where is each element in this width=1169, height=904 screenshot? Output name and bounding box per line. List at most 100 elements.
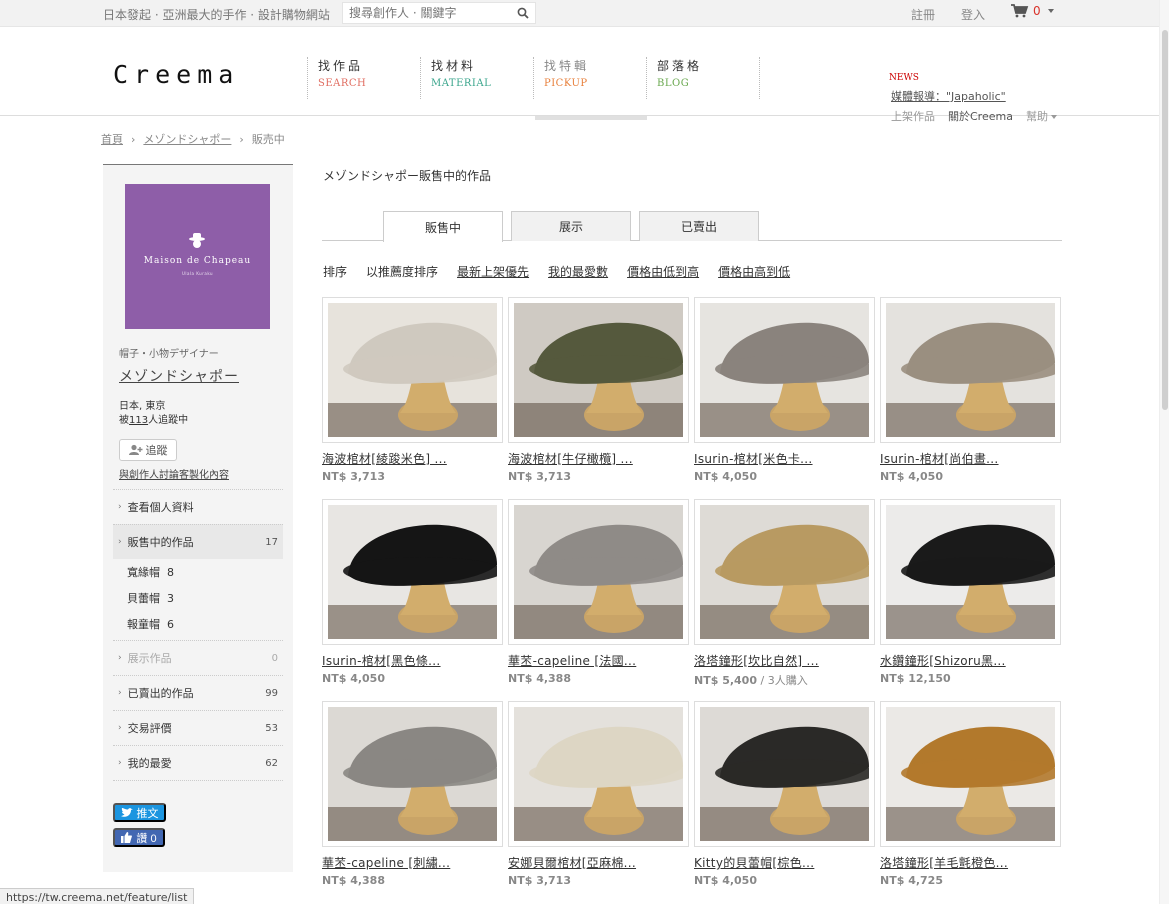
creema-logo[interactable]: Creema bbox=[113, 60, 239, 89]
nav-sublabel: BLOG bbox=[657, 78, 690, 89]
product-thumbnail[interactable] bbox=[880, 297, 1061, 443]
top-bar: 日本發起 · 亞洲最大的手作 · 設計購物網站 註冊 登入 0 bbox=[0, 0, 1169, 27]
news-link[interactable]: 媒體報導："Japaholic" bbox=[891, 88, 1006, 104]
like-button[interactable]: 讚 0 bbox=[113, 828, 165, 847]
followed-number[interactable]: 113 bbox=[129, 415, 148, 426]
product-thumbnail[interactable] bbox=[694, 701, 875, 847]
search-input[interactable] bbox=[343, 3, 508, 23]
product-card[interactable]: Isurin-棺材[黑色條... NT$ 4,050 bbox=[322, 499, 503, 685]
product-card[interactable]: 海波棺材[牛仔橄欖] ... NT$ 3,713 bbox=[508, 297, 689, 483]
product-title[interactable]: 安娜貝爾棺材[亞麻棉... bbox=[508, 854, 689, 871]
product-thumbnail[interactable] bbox=[322, 297, 503, 443]
product-card[interactable]: Isurin-棺材[米色卡... NT$ 4,050 bbox=[694, 297, 875, 483]
product-card[interactable]: Kitty的貝蕾帽[棕色... NT$ 4,050 bbox=[694, 701, 875, 887]
price-value: NT$ 3,713 bbox=[508, 470, 571, 483]
hat-photo bbox=[328, 322, 497, 437]
product-title[interactable]: Isurin-棺材[黑色條... bbox=[322, 652, 503, 669]
tab-exhibit[interactable]: 展示 bbox=[511, 211, 631, 241]
about-link[interactable]: 關於Creema bbox=[948, 108, 1013, 124]
category-label: 報童帽 bbox=[127, 618, 160, 631]
chevron-right-icon: › bbox=[118, 653, 122, 663]
breadcrumb-home[interactable]: 首頁 bbox=[101, 133, 123, 146]
menu-exhibit[interactable]: › 展示作品 0 bbox=[113, 640, 283, 675]
search-box[interactable] bbox=[342, 2, 536, 24]
product-thumbnail[interactable] bbox=[694, 499, 875, 645]
add-user-icon bbox=[128, 444, 142, 455]
product-card[interactable]: 洛塔鐘形[坎比自然] ... NT$ 5,400 / 3人購入 bbox=[694, 499, 875, 688]
category-wide-brim[interactable]: 寬緣帽 8 bbox=[113, 559, 283, 585]
menu-profile[interactable]: › 查看個人資料 bbox=[113, 489, 283, 524]
product-thumbnail[interactable] bbox=[322, 499, 503, 645]
product-image bbox=[514, 303, 683, 437]
product-thumbnail[interactable] bbox=[508, 499, 689, 645]
nav-blog[interactable]: 部落格 BLOG bbox=[647, 57, 760, 99]
product-title[interactable]: Isurin-棺材[米色卡... bbox=[694, 450, 875, 467]
tab-sold[interactable]: 已賣出 bbox=[639, 211, 759, 241]
sell-link[interactable]: 上架作品 bbox=[891, 108, 935, 124]
product-thumbnail[interactable] bbox=[322, 701, 503, 847]
product-card[interactable]: 洛塔鐘形[羊毛氈橙色... NT$ 4,725 bbox=[880, 701, 1061, 887]
page-scrollbar[interactable] bbox=[1159, 0, 1169, 904]
tweet-button[interactable]: 推文 bbox=[113, 803, 166, 822]
sort-price-desc[interactable]: 價格由高到低 bbox=[718, 263, 790, 280]
product-thumbnail[interactable] bbox=[508, 297, 689, 443]
product-image bbox=[328, 505, 497, 639]
category-beret[interactable]: 貝蕾帽 3 bbox=[113, 585, 283, 611]
menu-label: 展示作品 bbox=[127, 652, 172, 665]
search-icon[interactable] bbox=[517, 7, 529, 19]
product-title[interactable]: 海波棺材[牛仔橄欖] ... bbox=[508, 450, 689, 467]
product-title[interactable]: 海波棺材[綾踆米色] ... bbox=[322, 450, 503, 467]
product-title[interactable]: 華苤-capeline [刺繡... bbox=[322, 854, 503, 871]
followed-prefix: 被 bbox=[119, 415, 129, 426]
nav-search[interactable]: 找作品 SEARCH bbox=[308, 57, 421, 99]
help-menu[interactable]: 幫助 bbox=[1026, 108, 1057, 124]
product-card[interactable]: 華苤-capeline [法國... NT$ 4,388 bbox=[508, 499, 689, 685]
product-image bbox=[886, 707, 1055, 841]
discuss-custom-link[interactable]: 與創作人討論客製化內容 bbox=[119, 466, 229, 481]
product-thumbnail[interactable] bbox=[880, 499, 1061, 645]
category-newsboy[interactable]: 報童帽 6 bbox=[113, 611, 283, 637]
product-card[interactable]: 海波棺材[綾踆米色] ... NT$ 3,713 bbox=[322, 297, 503, 483]
product-title[interactable]: Kitty的貝蕾帽[棕色... bbox=[694, 854, 875, 871]
nav-material[interactable]: 找材料 MATERIAL bbox=[421, 57, 534, 99]
nav-sublabel: MATERIAL bbox=[431, 78, 492, 89]
sort-price-asc[interactable]: 價格由低到高 bbox=[627, 263, 699, 280]
nav-label: 部落格 bbox=[657, 59, 703, 73]
status-tabs: 販售中 展示 已賣出 bbox=[322, 211, 1062, 242]
tab-on-sale[interactable]: 販售中 bbox=[383, 211, 503, 242]
product-title[interactable]: 洛塔鐘形[羊毛氈橙色... bbox=[880, 854, 1061, 871]
product-card[interactable]: 安娜貝爾棺材[亞麻棉... NT$ 3,713 bbox=[508, 701, 689, 887]
login-link[interactable]: 登入 bbox=[961, 6, 985, 23]
product-title[interactable]: 水鑽鐘形[Shizoru黑... bbox=[880, 652, 1061, 669]
product-card[interactable]: 華苤-capeline [刺繡... NT$ 4,388 bbox=[322, 701, 503, 887]
price-value: NT$ 4,050 bbox=[880, 470, 943, 483]
sort-recommended[interactable]: 以推薦度排序 bbox=[366, 263, 438, 280]
register-link[interactable]: 註冊 bbox=[911, 6, 935, 23]
product-title[interactable]: Isurin-棺材[尚伯畫... bbox=[880, 450, 1061, 467]
breadcrumb-creator[interactable]: メゾンドシャポー bbox=[143, 133, 231, 146]
sort-newest[interactable]: 最新上架優先 bbox=[457, 263, 529, 280]
creator-avatar[interactable]: Maison de Chapeau Ulala Kuraku bbox=[125, 184, 270, 329]
price-value: NT$ 4,388 bbox=[322, 874, 385, 887]
nav-pickup[interactable]: 找特輯 PICKUP bbox=[534, 57, 647, 99]
product-card[interactable]: Isurin-棺材[尚伯畫... NT$ 4,050 bbox=[880, 297, 1061, 483]
follow-button[interactable]: 追蹤 bbox=[119, 439, 177, 461]
cart-button[interactable]: 0 bbox=[1011, 4, 1054, 18]
menu-count: 53 bbox=[265, 722, 278, 734]
product-thumbnail[interactable] bbox=[880, 701, 1061, 847]
follower-count: 被113人追蹤中 bbox=[119, 411, 188, 426]
product-thumbnail[interactable] bbox=[508, 701, 689, 847]
product-thumbnail[interactable] bbox=[694, 297, 875, 443]
creator-name[interactable]: メゾンドシャポー bbox=[119, 366, 239, 386]
product-card[interactable]: 水鑽鐘形[Shizoru黑... NT$ 12,150 bbox=[880, 499, 1061, 685]
menu-sold[interactable]: › 已賣出的作品 99 bbox=[113, 675, 283, 710]
menu-reviews[interactable]: › 交易評價 53 bbox=[113, 710, 283, 745]
sort-favorites[interactable]: 我的最愛數 bbox=[548, 263, 608, 280]
menu-favorites[interactable]: › 我的最愛 62 bbox=[113, 745, 283, 780]
price-value: NT$ 3,713 bbox=[322, 470, 385, 483]
sort-bar: 排序 以推薦度排序 最新上架優先 我的最愛數 價格由低到高 價格由高到低 bbox=[323, 263, 790, 280]
scrollbar-thumb[interactable] bbox=[1162, 30, 1168, 410]
menu-on-sale[interactable]: › 販售中的作品 17 bbox=[113, 524, 283, 559]
product-title[interactable]: 洛塔鐘形[坎比自然] ... bbox=[694, 652, 875, 669]
product-title[interactable]: 華苤-capeline [法國... bbox=[508, 652, 689, 669]
